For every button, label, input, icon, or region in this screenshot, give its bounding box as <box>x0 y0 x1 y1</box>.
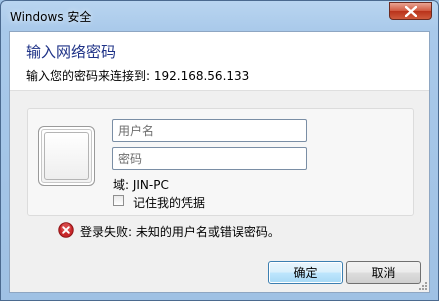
dialog-body: 输入网络密码 输入您的密码来连接到: 192.168.56.133 域: JIN… <box>9 31 430 293</box>
credential-tile-panel: 域: JIN-PC 记住我的凭据 <box>27 108 414 216</box>
dialog-heading: 输入网络密码 <box>26 43 117 61</box>
close-icon <box>405 6 417 17</box>
remember-checkbox[interactable] <box>113 195 124 206</box>
title-bar: Windows 安全 <box>1 1 438 31</box>
username-input[interactable] <box>112 119 307 142</box>
security-dialog-window: Windows 安全 输入网络密码 输入您的密码来连接到: 192.168.56… <box>0 0 439 301</box>
error-icon <box>58 222 74 238</box>
ok-button[interactable]: 确定 <box>268 261 343 284</box>
resize-grip-icon[interactable] <box>418 281 428 291</box>
password-input[interactable] <box>112 147 307 170</box>
window-title: Windows 安全 <box>10 10 92 24</box>
dialog-header: 输入网络密码 输入您的密码来连接到: 192.168.56.133 <box>10 32 429 91</box>
close-button[interactable] <box>389 2 432 20</box>
user-tile-icon <box>38 126 95 186</box>
error-message: 登录失败: 未知的用户名或错误密码。 <box>80 225 280 239</box>
remember-label: 记住我的凭据 <box>133 196 206 210</box>
cancel-button[interactable]: 取消 <box>346 261 421 284</box>
user-tile-frame <box>44 132 89 180</box>
connection-target-text: 输入您的密码来连接到: 192.168.56.133 <box>26 69 250 83</box>
domain-label: 域: JIN-PC <box>113 178 169 192</box>
